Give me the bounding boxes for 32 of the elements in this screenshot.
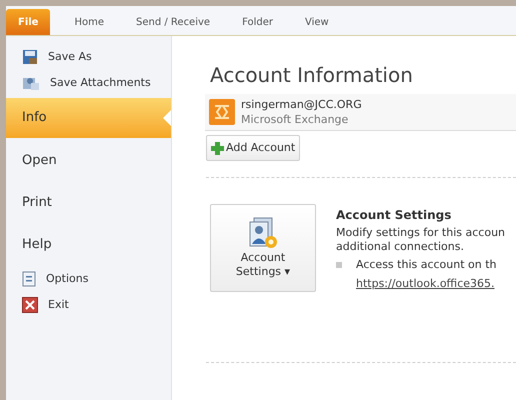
account-card[interactable]: rsingerman@JCC.ORG Microsoft Exchange xyxy=(205,94,516,131)
account-email: rsingerman@JCC.ORG xyxy=(241,97,362,112)
account-settings-icon xyxy=(248,217,278,249)
ribbon-tab[interactable]: Folder xyxy=(230,9,285,35)
account-settings-button[interactable]: Account Settings ▾ xyxy=(210,204,316,292)
add-account-button[interactable]: Add Account xyxy=(206,135,300,161)
section-heading: Account Settings xyxy=(336,207,452,224)
sidebar-tab[interactable]: Help xyxy=(6,224,171,266)
sidebar-tab[interactable]: Info xyxy=(6,98,171,138)
button-label: Settings ▾ xyxy=(236,265,290,279)
bullet-text: Access this account on th xyxy=(356,257,497,273)
menu-item[interactable]: Save Attachments xyxy=(6,70,171,96)
plus-icon xyxy=(211,142,224,154)
section-description: Modify settings for this accoun additional connections. xyxy=(336,226,506,254)
menu-item[interactable]: Save As xyxy=(6,44,171,70)
ribbon-tab[interactable]: View xyxy=(292,9,341,35)
outlook-link[interactable]: https://outlook.office365. xyxy=(356,276,506,292)
attachment-icon xyxy=(22,75,40,91)
menu-item[interactable]: Exit xyxy=(6,292,171,318)
account-type: Microsoft Exchange xyxy=(241,112,350,127)
menu-item[interactable]: Options xyxy=(6,266,171,292)
exchange-logo-icon xyxy=(209,99,235,125)
button-label: Account xyxy=(240,251,286,265)
document-icon xyxy=(22,271,36,287)
ribbon-tab[interactable]: Send / Receive xyxy=(124,9,222,35)
save-icon xyxy=(22,49,38,65)
close-icon xyxy=(22,297,38,313)
sidebar-tab[interactable]: Open xyxy=(6,140,171,182)
bullet-icon xyxy=(336,262,342,268)
sidebar-tab[interactable]: Print xyxy=(6,182,171,224)
ribbon-tab[interactable]: Home xyxy=(62,9,116,35)
page-title: Account Information xyxy=(210,62,414,89)
